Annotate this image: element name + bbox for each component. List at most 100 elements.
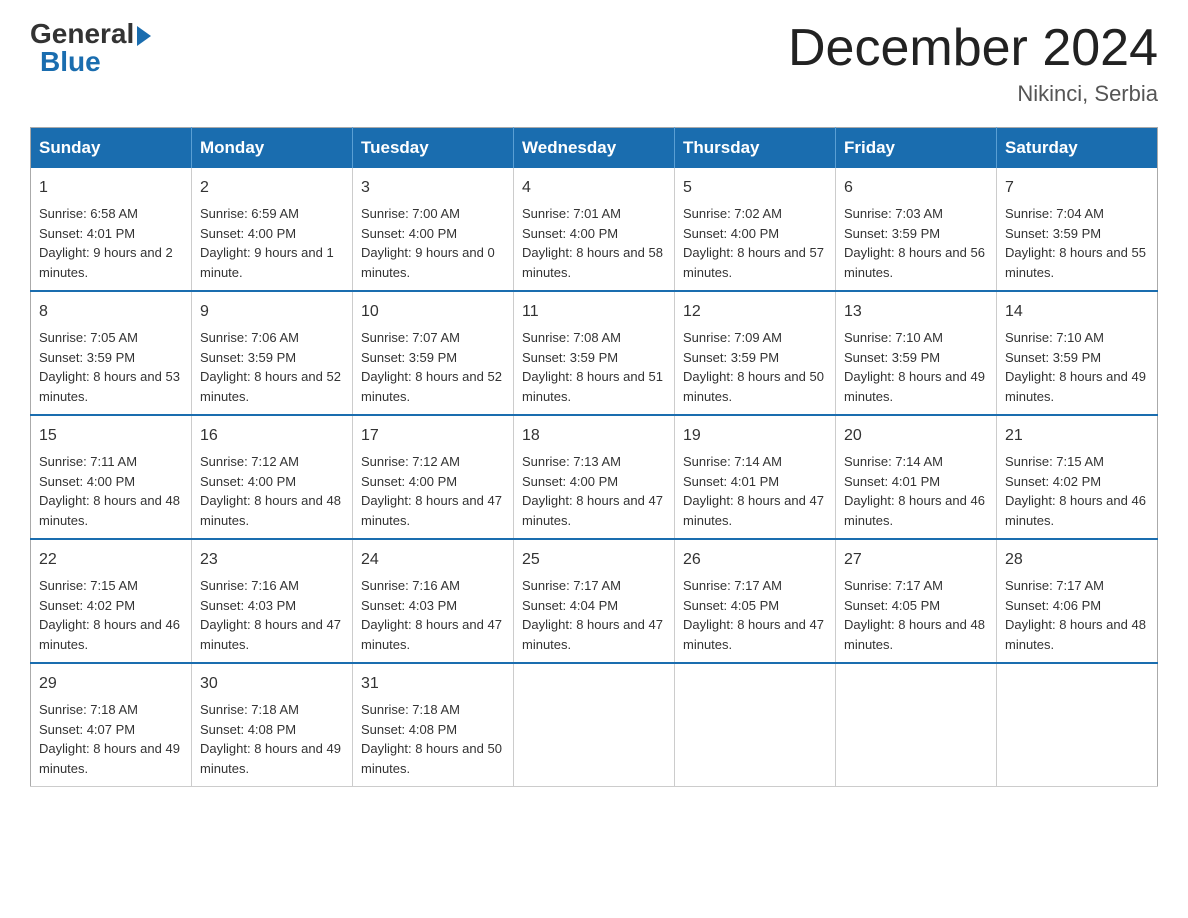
- day-info: Sunrise: 7:04 AMSunset: 3:59 PMDaylight:…: [1005, 206, 1146, 280]
- day-number: 18: [522, 424, 666, 448]
- table-row: 10 Sunrise: 7:07 AMSunset: 3:59 PMDaylig…: [353, 291, 514, 415]
- table-row: 30 Sunrise: 7:18 AMSunset: 4:08 PMDaylig…: [192, 663, 353, 787]
- day-info: Sunrise: 7:01 AMSunset: 4:00 PMDaylight:…: [522, 206, 663, 280]
- col-wednesday: Wednesday: [514, 128, 675, 169]
- day-info: Sunrise: 7:08 AMSunset: 3:59 PMDaylight:…: [522, 330, 663, 404]
- day-info: Sunrise: 7:06 AMSunset: 3:59 PMDaylight:…: [200, 330, 341, 404]
- day-info: Sunrise: 7:11 AMSunset: 4:00 PMDaylight:…: [39, 454, 180, 528]
- calendar-week-row: 1 Sunrise: 6:58 AMSunset: 4:01 PMDayligh…: [31, 168, 1158, 291]
- table-row: 13 Sunrise: 7:10 AMSunset: 3:59 PMDaylig…: [836, 291, 997, 415]
- day-number: 7: [1005, 176, 1149, 200]
- day-info: Sunrise: 7:18 AMSunset: 4:08 PMDaylight:…: [200, 702, 341, 776]
- day-info: Sunrise: 7:17 AMSunset: 4:05 PMDaylight:…: [844, 578, 985, 652]
- day-info: Sunrise: 7:02 AMSunset: 4:00 PMDaylight:…: [683, 206, 824, 280]
- table-row: [514, 663, 675, 787]
- table-row: 1 Sunrise: 6:58 AMSunset: 4:01 PMDayligh…: [31, 168, 192, 291]
- day-number: 13: [844, 300, 988, 324]
- day-info: Sunrise: 6:59 AMSunset: 4:00 PMDaylight:…: [200, 206, 334, 280]
- calendar-header-row: Sunday Monday Tuesday Wednesday Thursday…: [31, 128, 1158, 169]
- day-info: Sunrise: 7:13 AMSunset: 4:00 PMDaylight:…: [522, 454, 663, 528]
- day-info: Sunrise: 7:15 AMSunset: 4:02 PMDaylight:…: [1005, 454, 1146, 528]
- day-number: 9: [200, 300, 344, 324]
- page-header: General Blue December 2024 Nikinci, Serb…: [30, 20, 1158, 107]
- day-number: 15: [39, 424, 183, 448]
- table-row: 17 Sunrise: 7:12 AMSunset: 4:00 PMDaylig…: [353, 415, 514, 539]
- logo-blue-text: Blue: [40, 48, 101, 76]
- month-title: December 2024: [788, 20, 1158, 77]
- day-number: 31: [361, 672, 505, 696]
- day-info: Sunrise: 7:10 AMSunset: 3:59 PMDaylight:…: [1005, 330, 1146, 404]
- col-sunday: Sunday: [31, 128, 192, 169]
- day-info: Sunrise: 7:05 AMSunset: 3:59 PMDaylight:…: [39, 330, 180, 404]
- day-number: 5: [683, 176, 827, 200]
- table-row: 19 Sunrise: 7:14 AMSunset: 4:01 PMDaylig…: [675, 415, 836, 539]
- day-info: Sunrise: 7:14 AMSunset: 4:01 PMDaylight:…: [844, 454, 985, 528]
- table-row: 31 Sunrise: 7:18 AMSunset: 4:08 PMDaylig…: [353, 663, 514, 787]
- col-friday: Friday: [836, 128, 997, 169]
- day-info: Sunrise: 7:16 AMSunset: 4:03 PMDaylight:…: [200, 578, 341, 652]
- day-number: 24: [361, 548, 505, 572]
- day-number: 25: [522, 548, 666, 572]
- day-info: Sunrise: 7:03 AMSunset: 3:59 PMDaylight:…: [844, 206, 985, 280]
- day-number: 17: [361, 424, 505, 448]
- calendar-table: Sunday Monday Tuesday Wednesday Thursday…: [30, 127, 1158, 787]
- day-info: Sunrise: 7:09 AMSunset: 3:59 PMDaylight:…: [683, 330, 824, 404]
- table-row: 14 Sunrise: 7:10 AMSunset: 3:59 PMDaylig…: [997, 291, 1158, 415]
- table-row: 5 Sunrise: 7:02 AMSunset: 4:00 PMDayligh…: [675, 168, 836, 291]
- table-row: 8 Sunrise: 7:05 AMSunset: 3:59 PMDayligh…: [31, 291, 192, 415]
- day-info: Sunrise: 7:15 AMSunset: 4:02 PMDaylight:…: [39, 578, 180, 652]
- day-info: Sunrise: 7:17 AMSunset: 4:06 PMDaylight:…: [1005, 578, 1146, 652]
- day-number: 28: [1005, 548, 1149, 572]
- day-number: 8: [39, 300, 183, 324]
- day-info: Sunrise: 7:00 AMSunset: 4:00 PMDaylight:…: [361, 206, 495, 280]
- table-row: 21 Sunrise: 7:15 AMSunset: 4:02 PMDaylig…: [997, 415, 1158, 539]
- day-info: Sunrise: 7:14 AMSunset: 4:01 PMDaylight:…: [683, 454, 824, 528]
- table-row: 26 Sunrise: 7:17 AMSunset: 4:05 PMDaylig…: [675, 539, 836, 663]
- table-row: 27 Sunrise: 7:17 AMSunset: 4:05 PMDaylig…: [836, 539, 997, 663]
- calendar-week-row: 8 Sunrise: 7:05 AMSunset: 3:59 PMDayligh…: [31, 291, 1158, 415]
- day-info: Sunrise: 7:16 AMSunset: 4:03 PMDaylight:…: [361, 578, 502, 652]
- day-number: 30: [200, 672, 344, 696]
- table-row: 29 Sunrise: 7:18 AMSunset: 4:07 PMDaylig…: [31, 663, 192, 787]
- table-row: 18 Sunrise: 7:13 AMSunset: 4:00 PMDaylig…: [514, 415, 675, 539]
- table-row: 9 Sunrise: 7:06 AMSunset: 3:59 PMDayligh…: [192, 291, 353, 415]
- day-number: 26: [683, 548, 827, 572]
- calendar-week-row: 22 Sunrise: 7:15 AMSunset: 4:02 PMDaylig…: [31, 539, 1158, 663]
- day-number: 3: [361, 176, 505, 200]
- table-row: 15 Sunrise: 7:11 AMSunset: 4:00 PMDaylig…: [31, 415, 192, 539]
- day-number: 14: [1005, 300, 1149, 324]
- table-row: 16 Sunrise: 7:12 AMSunset: 4:00 PMDaylig…: [192, 415, 353, 539]
- day-number: 6: [844, 176, 988, 200]
- day-number: 29: [39, 672, 183, 696]
- day-number: 1: [39, 176, 183, 200]
- table-row: 22 Sunrise: 7:15 AMSunset: 4:02 PMDaylig…: [31, 539, 192, 663]
- day-number: 22: [39, 548, 183, 572]
- logo-general-text: General: [30, 20, 151, 48]
- table-row: [997, 663, 1158, 787]
- table-row: 25 Sunrise: 7:17 AMSunset: 4:04 PMDaylig…: [514, 539, 675, 663]
- day-number: 21: [1005, 424, 1149, 448]
- table-row: 11 Sunrise: 7:08 AMSunset: 3:59 PMDaylig…: [514, 291, 675, 415]
- table-row: [675, 663, 836, 787]
- day-info: Sunrise: 7:12 AMSunset: 4:00 PMDaylight:…: [200, 454, 341, 528]
- logo: General Blue: [30, 20, 151, 76]
- table-row: 20 Sunrise: 7:14 AMSunset: 4:01 PMDaylig…: [836, 415, 997, 539]
- calendar-week-row: 29 Sunrise: 7:18 AMSunset: 4:07 PMDaylig…: [31, 663, 1158, 787]
- day-info: Sunrise: 7:12 AMSunset: 4:00 PMDaylight:…: [361, 454, 502, 528]
- day-number: 23: [200, 548, 344, 572]
- col-saturday: Saturday: [997, 128, 1158, 169]
- day-info: Sunrise: 7:10 AMSunset: 3:59 PMDaylight:…: [844, 330, 985, 404]
- calendar-week-row: 15 Sunrise: 7:11 AMSunset: 4:00 PMDaylig…: [31, 415, 1158, 539]
- day-info: Sunrise: 7:18 AMSunset: 4:08 PMDaylight:…: [361, 702, 502, 776]
- table-row: 7 Sunrise: 7:04 AMSunset: 3:59 PMDayligh…: [997, 168, 1158, 291]
- table-row: 28 Sunrise: 7:17 AMSunset: 4:06 PMDaylig…: [997, 539, 1158, 663]
- day-number: 16: [200, 424, 344, 448]
- location-text: Nikinci, Serbia: [788, 81, 1158, 107]
- title-section: December 2024 Nikinci, Serbia: [788, 20, 1158, 107]
- table-row: 12 Sunrise: 7:09 AMSunset: 3:59 PMDaylig…: [675, 291, 836, 415]
- col-thursday: Thursday: [675, 128, 836, 169]
- day-number: 4: [522, 176, 666, 200]
- col-monday: Monday: [192, 128, 353, 169]
- day-number: 19: [683, 424, 827, 448]
- day-number: 12: [683, 300, 827, 324]
